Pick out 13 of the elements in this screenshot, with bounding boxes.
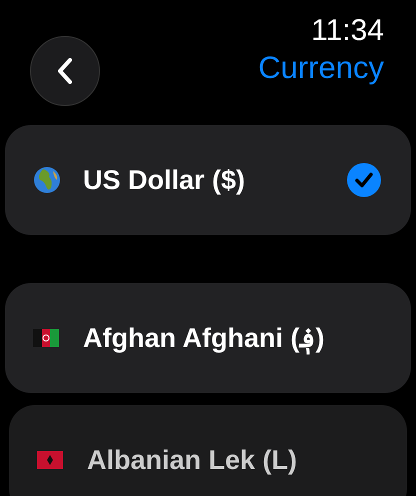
currency-name: US Dollar ($) <box>83 164 246 196</box>
clock-time: 11:34 <box>311 14 384 48</box>
currency-row[interactable]: US Dollar ($) <box>5 125 411 235</box>
screen-title: Currency <box>258 50 384 86</box>
currency-row[interactable]: Albanian Lek (L) <box>9 405 407 496</box>
currency-name: Afghan Afghani (؋) <box>83 322 326 354</box>
currency-name: Albanian Lek (L) <box>87 444 298 476</box>
flag-icon <box>33 329 59 347</box>
checkmark-icon <box>347 163 381 197</box>
globe-icon <box>33 166 61 194</box>
back-icon <box>57 57 73 85</box>
currency-row[interactable]: Afghan Afghani (؋) <box>5 283 411 393</box>
flag-icon <box>37 451 63 469</box>
